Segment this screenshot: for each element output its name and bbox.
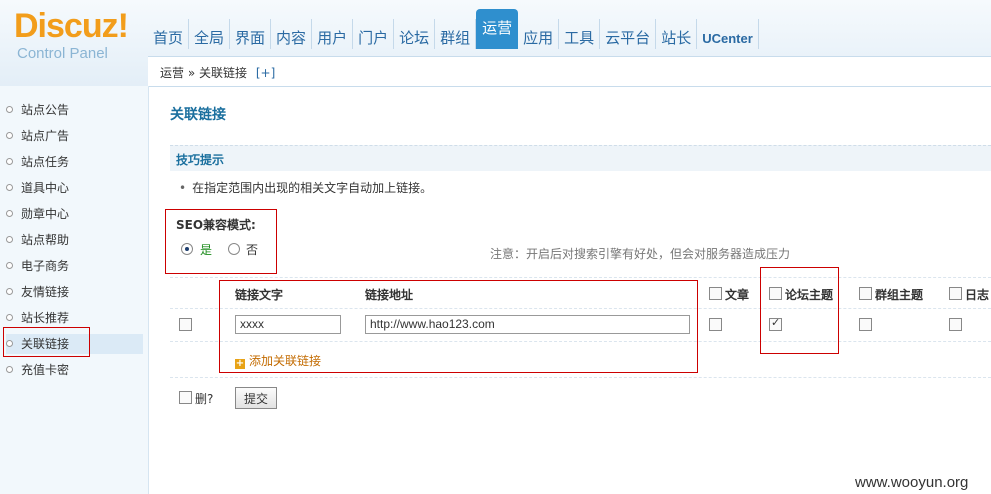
breadcrumb: 运营 » 关联链接 [+]	[148, 56, 991, 87]
nav-item-9[interactable]: 应用	[518, 19, 560, 49]
tips-bar: 技巧提示	[170, 145, 991, 171]
logo[interactable]: Discuz! Control Panel	[0, 0, 148, 86]
tip-line: • 在指定范围内出现的相关文字自动加上链接。	[179, 179, 432, 196]
breadcrumb-add-button[interactable]: [+]	[256, 66, 275, 80]
breadcrumb-section[interactable]: 运营	[160, 66, 184, 80]
sidebar-item-2[interactable]: 站点任务	[6, 152, 69, 172]
sidebar-item-label: 站长推荐	[21, 311, 70, 325]
nav-item-4[interactable]: 用户	[312, 19, 354, 49]
sidebar-item-8[interactable]: 站长推荐	[6, 308, 69, 328]
top-nav: 首页 全局 界面 内容 用户 门户 论坛 群组 运营 应用 工具 云平台 站长 UCenter	[148, 9, 759, 49]
page-title: 关联链接	[170, 107, 226, 123]
nav-item-11[interactable]: 云平台	[600, 19, 657, 49]
sidebar-item-5[interactable]: 站点帮助	[6, 230, 69, 250]
sidebar-item-label: 站点任务	[21, 155, 70, 169]
annotation-box-sidebar	[3, 327, 90, 357]
header: Discuz! Control Panel 首页 全局 界面 内容 用户 门户 论坛 群组 运营…	[0, 0, 991, 87]
bullet-circle-icon	[6, 184, 13, 191]
nav-item-5[interactable]: 门户	[353, 19, 395, 49]
sidebar-item-label: 道具中心	[21, 181, 70, 195]
row-blog-checkbox[interactable]	[949, 318, 962, 331]
sidebar-item-4[interactable]: 勋章中心	[6, 204, 69, 224]
bullet-circle-icon	[6, 132, 13, 139]
annotation-box-forum	[760, 267, 839, 354]
bullet-circle-icon	[6, 262, 13, 269]
bullet-circle-icon	[6, 236, 13, 243]
sidebar-item-10[interactable]: 充值卡密	[6, 360, 69, 380]
sidebar-item-label: 充值卡密	[21, 363, 70, 377]
nav-item-7[interactable]: 群组	[435, 19, 477, 49]
bullet-circle-icon	[6, 288, 13, 295]
bullet-circle-icon	[6, 366, 13, 373]
bullet-circle-icon	[6, 106, 13, 113]
delete-all-checkbox[interactable]	[179, 391, 192, 404]
sidebar-item-7[interactable]: 友情链接	[6, 282, 69, 302]
sidebar-item-label: 友情链接	[21, 285, 70, 299]
sidebar-item-3[interactable]: 道具中心	[6, 178, 69, 198]
seo-no-radio[interactable]	[228, 243, 240, 255]
annotation-box-links	[219, 280, 698, 373]
column-header-article: 文章	[725, 288, 750, 302]
sidebar-item-label: 站点帮助	[21, 233, 70, 247]
delete-label: 删?	[195, 392, 214, 406]
tip-text: 在指定范围内出现的相关文字自动加上链接。	[192, 181, 433, 195]
sidebar-item-label: 站点公告	[21, 103, 70, 117]
tips-label: 技巧提示	[176, 153, 225, 167]
sidebar: 站点公告 站点广告 站点任务 道具中心 勋章中心 站点帮助 电子商务 友情链接 站长推荐 关联链接…	[0, 86, 149, 494]
row-article-checkbox[interactable]	[709, 318, 722, 331]
sidebar-item-label: 勋章中心	[21, 207, 70, 221]
blog-all-checkbox[interactable]	[949, 287, 962, 300]
sidebar-item-label: 电子商务	[21, 259, 70, 273]
seo-yes-label[interactable]: 是	[200, 241, 212, 258]
logo-subtitle: Control Panel	[17, 45, 108, 62]
nav-item-10[interactable]: 工具	[559, 19, 601, 49]
bullet-circle-icon	[6, 210, 13, 217]
bullet-circle-icon	[6, 158, 13, 165]
nav-item-6[interactable]: 论坛	[394, 19, 436, 49]
column-header-blog: 日志	[965, 288, 990, 302]
article-all-checkbox[interactable]	[709, 287, 722, 300]
breadcrumb-page: 关联链接	[199, 66, 248, 80]
sidebar-item-1[interactable]: 站点广告	[6, 126, 69, 146]
seo-yes-radio[interactable]	[181, 243, 193, 255]
submit-button[interactable]: 提交	[235, 387, 277, 409]
breadcrumb-separator: »	[187, 66, 196, 80]
table-line	[170, 277, 991, 278]
seo-note: 注意：开启后对搜索引擎有好处，但会对服务器造成压力	[490, 247, 791, 261]
nav-item-2[interactable]: 界面	[230, 19, 272, 49]
nav-item-12[interactable]: 站长	[656, 19, 698, 49]
row-group-checkbox[interactable]	[859, 318, 872, 331]
logo-text: Discuz!	[14, 7, 129, 45]
nav-item-1[interactable]: 全局	[189, 19, 231, 49]
seo-no-label[interactable]: 否	[246, 241, 258, 258]
nav-item-3[interactable]: 内容	[271, 19, 313, 49]
nav-item-13[interactable]: UCenter	[697, 19, 759, 49]
column-header-group: 群组主题	[875, 288, 924, 302]
group-all-checkbox[interactable]	[859, 287, 872, 300]
bullet-icon: •	[179, 181, 187, 195]
sidebar-item-6[interactable]: 电子商务	[6, 256, 69, 276]
sidebar-item-label: 站点广告	[21, 129, 70, 143]
seo-label: SEO兼容模式:	[176, 218, 256, 232]
row-delete-checkbox[interactable]	[179, 318, 192, 331]
bullet-circle-icon	[6, 314, 13, 321]
nav-item-0[interactable]: 首页	[148, 19, 190, 49]
nav-item-8[interactable]: 运营	[476, 9, 519, 49]
table-line	[170, 377, 991, 378]
sidebar-item-0[interactable]: 站点公告	[6, 100, 69, 120]
watermark: www.wooyun.org	[855, 474, 969, 491]
